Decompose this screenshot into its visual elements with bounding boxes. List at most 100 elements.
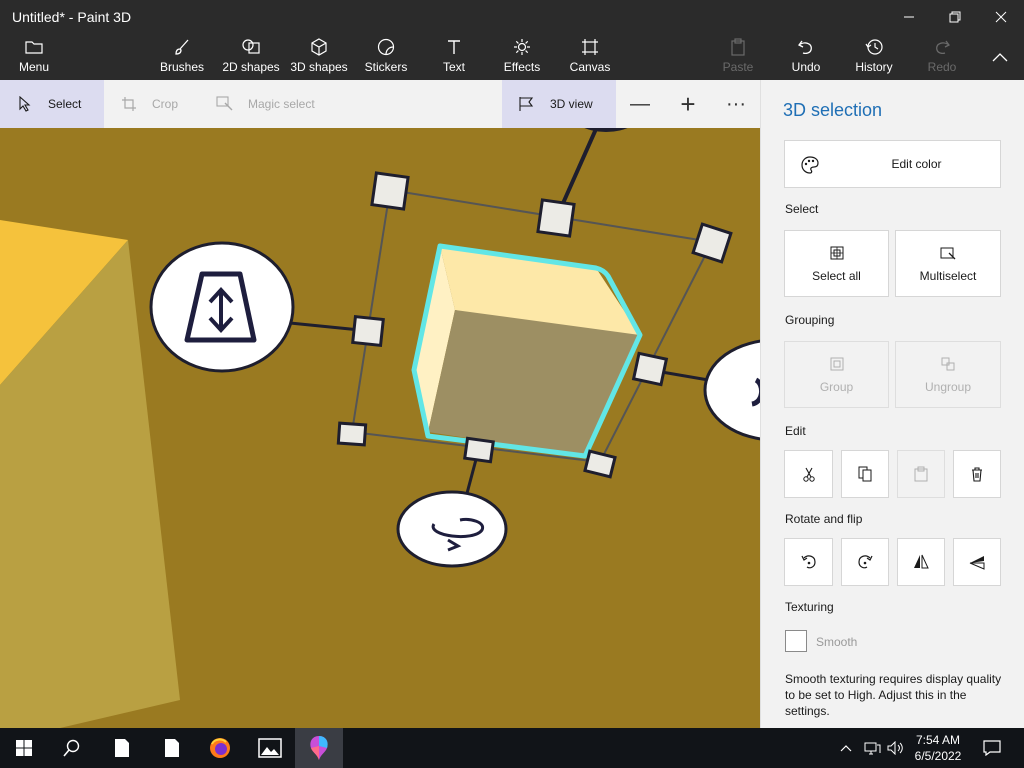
cut-button[interactable]	[784, 450, 833, 498]
taskbar-file-2[interactable]	[148, 728, 196, 768]
flip-horizontal-icon	[914, 554, 929, 569]
search-button[interactable]	[48, 728, 96, 768]
3d-view-icon	[518, 95, 536, 113]
minimize-button[interactable]	[886, 0, 932, 34]
3d-shapes-button[interactable]: 3D shapes	[288, 34, 350, 80]
move-depth-gizmo[interactable]	[149, 241, 295, 373]
network-icon	[864, 742, 881, 755]
group-button[interactable]: Group	[784, 341, 889, 408]
handle-bottom-right[interactable]	[583, 449, 617, 479]
select-label: Select	[48, 97, 82, 111]
magic-select-icon	[216, 95, 234, 113]
ungroup-button[interactable]: Ungroup	[895, 341, 1001, 408]
smooth-label: Smooth	[816, 635, 858, 649]
ungroup-icon	[941, 357, 955, 370]
brushes-button[interactable]: Brushes	[156, 34, 208, 80]
start-button[interactable]	[0, 728, 48, 768]
panel-paste-button[interactable]	[897, 450, 945, 498]
3d-view-toggle[interactable]: 3D view	[502, 80, 616, 128]
magic-select-label: Magic select	[248, 97, 315, 111]
paint3d-icon	[310, 736, 328, 760]
title-bar: Untitled* - Paint 3D	[0, 0, 1024, 34]
handle-top-mid[interactable]	[536, 198, 576, 238]
brushes-label: Brushes	[159, 60, 205, 74]
flip-horizontal-button[interactable]	[897, 538, 945, 586]
drawing-canvas[interactable]	[0, 128, 760, 728]
show-hidden-icons[interactable]	[834, 728, 858, 768]
undo-button[interactable]: Undo	[786, 34, 826, 80]
effects-button[interactable]: Effects	[500, 34, 544, 80]
handle-left-mid[interactable]	[351, 314, 385, 348]
crop-icon	[120, 95, 138, 113]
2d-shapes-button[interactable]: 2D shapes	[220, 34, 282, 80]
window-title: Untitled* - Paint 3D	[12, 9, 132, 25]
taskbar-clock[interactable]: 7:54 AM 6/5/2022	[908, 732, 968, 764]
copy-button[interactable]	[841, 450, 889, 498]
rotate-z-gizmo[interactable]	[703, 339, 760, 441]
rotate-left-button[interactable]	[784, 538, 833, 586]
handle-top-right[interactable]	[691, 222, 733, 264]
ungroup-label: Ungroup	[924, 379, 972, 394]
menu-button[interactable]: Menu	[10, 34, 58, 80]
select-tool[interactable]: Select	[0, 80, 104, 128]
grouping-heading: Grouping	[785, 313, 835, 327]
panel-title: 3D selection	[783, 100, 883, 120]
chevron-up-icon	[992, 53, 1008, 62]
ribbon: Menu Brushes 2D shapes 3D shapes Sticker…	[0, 34, 1024, 80]
maximize-button[interactable]	[932, 0, 978, 34]
zoom-out-button[interactable]: —	[618, 80, 662, 128]
edit-heading: Edit	[785, 424, 806, 438]
text-button[interactable]: Text	[434, 34, 474, 80]
select-all-label: Select all	[812, 268, 861, 283]
handle-right-mid[interactable]	[631, 351, 669, 387]
rotate-right-button[interactable]	[841, 538, 889, 586]
paste-button[interactable]: Paste	[718, 34, 758, 80]
handle-bottom-left[interactable]	[336, 421, 368, 447]
document-icon	[165, 739, 179, 757]
rotate-gizmo[interactable]	[396, 490, 508, 568]
network-status[interactable]	[860, 728, 884, 768]
more-options-button[interactable]: ···	[714, 80, 758, 128]
zoom-in-button[interactable]: +	[666, 80, 710, 128]
crop-tool[interactable]: Crop	[120, 80, 200, 128]
taskbar-paint3d[interactable]	[295, 728, 343, 768]
action-center-button[interactable]	[970, 728, 1014, 768]
edit-color-button[interactable]: Edit color	[784, 140, 1001, 188]
redo-button[interactable]: Redo	[922, 34, 962, 80]
palette-icon	[801, 156, 819, 177]
paste-icon	[730, 34, 746, 60]
crop-label: Crop	[152, 97, 179, 111]
multiselect-label: Multiselect	[919, 268, 977, 283]
scissors-icon	[802, 467, 815, 482]
firefox-icon	[210, 738, 230, 758]
handle-top-left[interactable]	[370, 171, 410, 211]
copy-icon	[858, 466, 872, 482]
multiselect-button[interactable]: Multiselect	[895, 230, 1001, 297]
flip-vertical-button[interactable]	[953, 538, 1001, 586]
more-icon: ···	[726, 92, 746, 115]
2d-shapes-label: 2D shapes	[222, 60, 280, 74]
stickers-button[interactable]: Stickers	[362, 34, 410, 80]
volume-control[interactable]	[884, 728, 908, 768]
collapse-ribbon-button[interactable]	[984, 34, 1016, 80]
taskbar-firefox[interactable]	[196, 728, 244, 768]
canvas-button[interactable]: Canvas	[568, 34, 612, 80]
close-icon	[995, 11, 1007, 23]
select-all-button[interactable]: Select all	[784, 230, 889, 297]
magic-select-tool[interactable]: Magic select	[216, 80, 336, 128]
brush-icon	[173, 34, 191, 60]
taskbar-file-1[interactable]	[98, 728, 146, 768]
stickers-label: Stickers	[364, 60, 408, 74]
history-icon	[865, 34, 883, 60]
handle-bottom-mid[interactable]	[463, 436, 495, 464]
paste-icon	[914, 466, 928, 482]
delete-button[interactable]	[953, 450, 1001, 498]
texturing-heading: Texturing	[785, 600, 834, 614]
close-button[interactable]	[978, 0, 1024, 34]
history-button[interactable]: History	[850, 34, 898, 80]
windows-logo-icon	[16, 740, 32, 756]
smooth-checkbox[interactable]	[785, 630, 807, 652]
search-icon	[63, 739, 80, 757]
taskbar-photos[interactable]	[246, 728, 294, 768]
top-gizmo[interactable]	[570, 128, 642, 132]
